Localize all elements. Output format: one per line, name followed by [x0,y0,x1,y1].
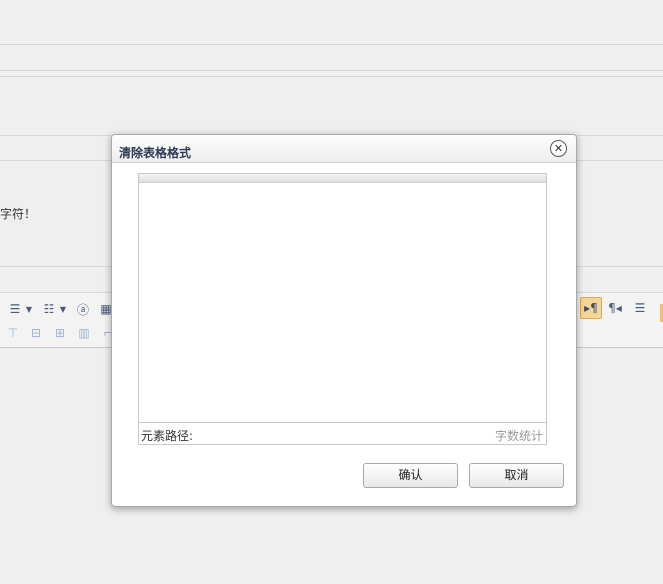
background-notice-text: 字符！ [0,207,37,221]
dialog-title-bar[interactable]: 清除表格格式 ✕ [112,135,576,163]
element-path-label: 元素路径: [141,429,194,443]
editor-status-bar: 元素路径: 字数统计 [139,422,546,444]
cancel-button[interactable]: 取消 [469,463,564,488]
merge-cells-icon[interactable]: ⊞ [51,324,69,342]
editor-content-area[interactable] [139,183,546,422]
align-icon[interactable]: ☰ [631,299,649,317]
anchor-icon[interactable]: ⓐ [74,300,92,318]
close-icon[interactable]: ✕ [550,140,567,157]
unordered-list-icon[interactable]: ☷ [40,300,58,318]
rtl-icon[interactable]: ¶◂ [606,299,624,317]
dropdown-arrow-icon[interactable]: ▼ [24,300,34,318]
editor-toolbar-strip [139,174,546,183]
ordered-list-icon[interactable]: ☰ [6,300,24,318]
divider [0,44,663,45]
insert-col-icon[interactable]: ▥ [75,324,93,342]
divider [0,70,663,71]
delete-row-icon[interactable]: ⊟ [27,324,45,342]
clear-table-format-dialog: 清除表格格式 ✕ 元素路径: 字数统计 确认 取消 [111,134,577,507]
divider [0,76,663,77]
word-count-label: 字数统计 [494,429,543,443]
ltr-icon[interactable]: ▸¶ [580,297,602,319]
editor-frame: 元素路径: 字数统计 [138,173,547,445]
confirm-button[interactable]: 确认 [363,463,458,488]
dialog-title: 清除表格格式 [119,146,192,160]
dropdown-arrow-icon[interactable]: ▼ [58,300,68,318]
insert-row-icon[interactable]: ⊤ [4,324,22,342]
